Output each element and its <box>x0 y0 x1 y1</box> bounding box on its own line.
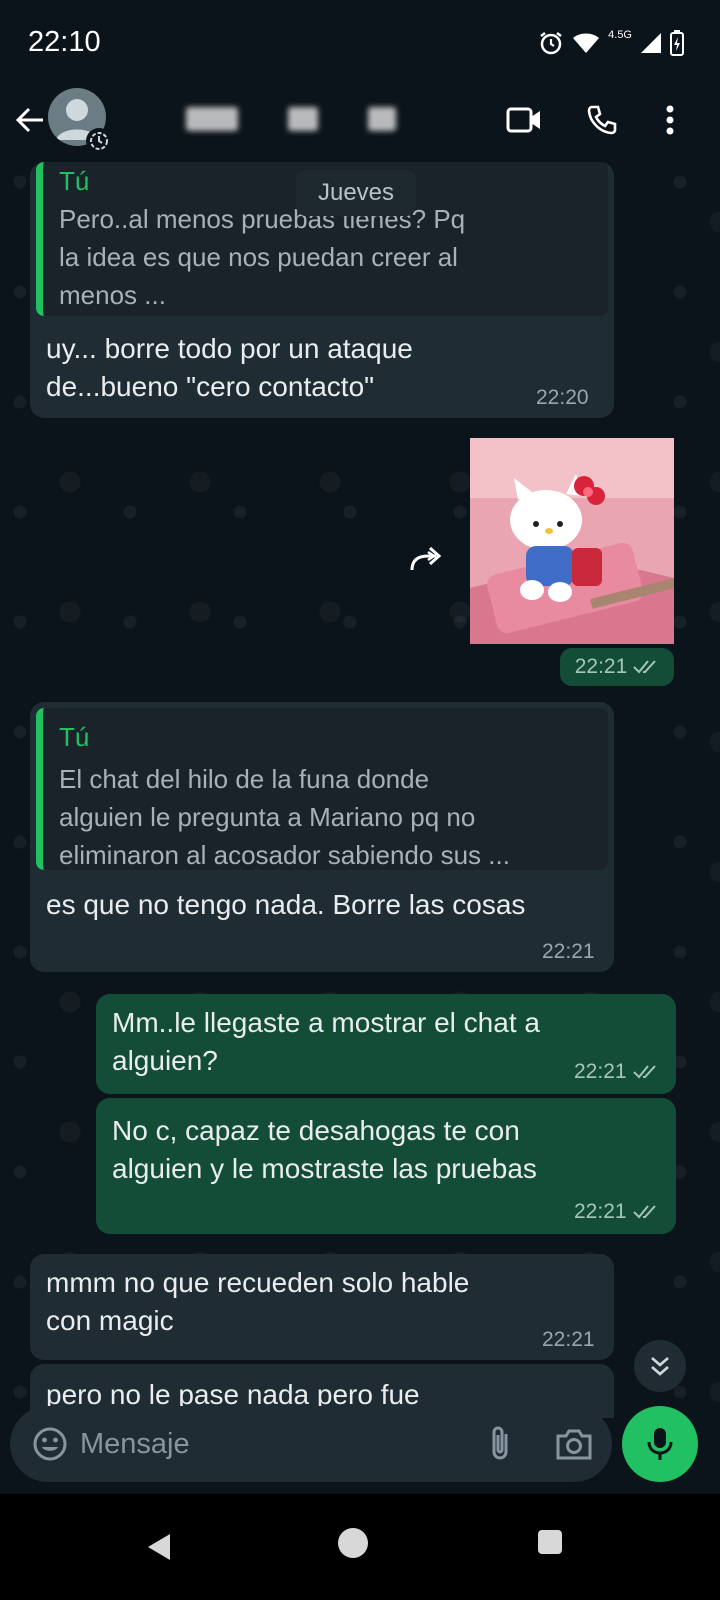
redaction-block <box>186 107 238 131</box>
read-receipt-icon <box>632 1205 656 1219</box>
message-composer <box>10 1406 612 1482</box>
message-timestamp: 22:21 <box>542 940 595 963</box>
back-arrow-icon <box>15 107 43 133</box>
system-navigation-bar <box>0 1494 720 1600</box>
attach-icon[interactable] <box>482 1424 518 1464</box>
sticker-timestamp: 22:21 <box>560 648 674 686</box>
message-bubble-incoming[interactable]: mmm no que recueden solo hable con magic… <box>30 1254 614 1360</box>
message-timestamp: 22:20 <box>536 386 589 409</box>
more-options-button[interactable] <box>648 98 692 142</box>
emoji-icon[interactable] <box>32 1426 68 1462</box>
battery-icon <box>670 30 684 56</box>
date-separator: Jueves <box>296 170 416 216</box>
chat-header <box>0 84 720 162</box>
quoted-message[interactable]: Tú El chat del hilo de la funa donde alg… <box>36 708 608 870</box>
camera-icon[interactable] <box>554 1426 594 1462</box>
back-button[interactable] <box>10 100 50 140</box>
quote-text-line: alguien le pregunta a Mariano pq no <box>59 802 476 832</box>
nav-home-button[interactable] <box>338 1528 368 1558</box>
hello-kitty-sticker <box>470 438 674 644</box>
voice-message-button[interactable] <box>622 1406 698 1482</box>
quote-author: Tú <box>59 166 90 196</box>
read-receipt-icon <box>632 1065 656 1079</box>
quote-text-line: eliminaron al acosador sabiendo sus ... <box>59 840 510 870</box>
message-meta: 22:21 <box>574 1060 659 1084</box>
message-text-line: mmm no que recueden solo hable <box>46 1267 470 1298</box>
message-text-line: es que no tengo nada. Borre las cosas <box>46 889 526 920</box>
status-time: 22:10 <box>28 26 101 58</box>
mic-icon <box>647 1428 673 1460</box>
status-bar: 22:10 4.5G <box>0 0 720 84</box>
network-label: 4.5G <box>608 29 632 41</box>
forward-icon[interactable] <box>406 544 446 574</box>
message-text-line: alguien y le mostraste las pruebas <box>112 1153 537 1184</box>
voice-call-button[interactable] <box>580 98 624 142</box>
quote-text-line: El chat del hilo de la funa donde <box>59 764 430 794</box>
nav-back-icon[interactable] <box>146 1532 172 1562</box>
scroll-to-bottom-button[interactable] <box>634 1340 686 1392</box>
message-bubble-incoming[interactable]: Tú El chat del hilo de la funa donde alg… <box>30 702 614 972</box>
message-input[interactable] <box>80 1420 460 1468</box>
read-receipt-icon <box>633 660 657 674</box>
message-timestamp: 22:21 <box>542 1328 595 1351</box>
double-chevron-down-icon <box>651 1357 669 1376</box>
more-vert-icon <box>666 105 674 135</box>
voice-call-icon <box>587 105 617 135</box>
video-call-icon <box>506 107 540 133</box>
wifi-icon <box>573 33 600 53</box>
video-call-button[interactable] <box>502 98 546 142</box>
alarm-icon <box>540 32 562 55</box>
status-timer-badge <box>86 128 112 154</box>
timer-icon <box>90 132 108 150</box>
sticker-image[interactable] <box>470 438 674 644</box>
message-text-line: uy... borre todo por un ataque <box>46 333 413 364</box>
contact-name-redacted[interactable] <box>186 104 396 134</box>
message-text-line: No c, capaz te desahogas te con <box>112 1115 520 1146</box>
message-bubble-outgoing[interactable]: Mm..le llegaste a mostrar el chat a algu… <box>96 994 676 1094</box>
message-text-line: con magic <box>46 1305 174 1336</box>
redaction-block <box>288 107 318 131</box>
message-timestamp: 22:21 <box>574 1200 627 1223</box>
quote-text-line: menos ... <box>59 280 166 310</box>
chat-message-list[interactable]: Tú Pero..al menos pruebas tienes? Pq la … <box>0 162 720 1418</box>
quote-text-line: la idea es que nos puedan creer al <box>59 242 458 272</box>
message-text-line: de...bueno "cero contacto" <box>46 371 375 402</box>
nav-recents-button[interactable] <box>538 1530 562 1554</box>
signal-icon <box>641 33 661 53</box>
quote-author: Tú <box>59 722 90 752</box>
message-timestamp: 22:21 <box>574 655 628 678</box>
message-bubble-outgoing[interactable]: No c, capaz te desahogas te con alguien … <box>96 1098 676 1234</box>
message-text-line: Mm..le llegaste a mostrar el chat a <box>112 1007 540 1038</box>
message-timestamp: 22:21 <box>574 1060 627 1083</box>
redaction-block <box>368 107 396 131</box>
message-text-line: alguien? <box>112 1045 218 1076</box>
message-meta: 22:21 <box>574 1200 659 1224</box>
